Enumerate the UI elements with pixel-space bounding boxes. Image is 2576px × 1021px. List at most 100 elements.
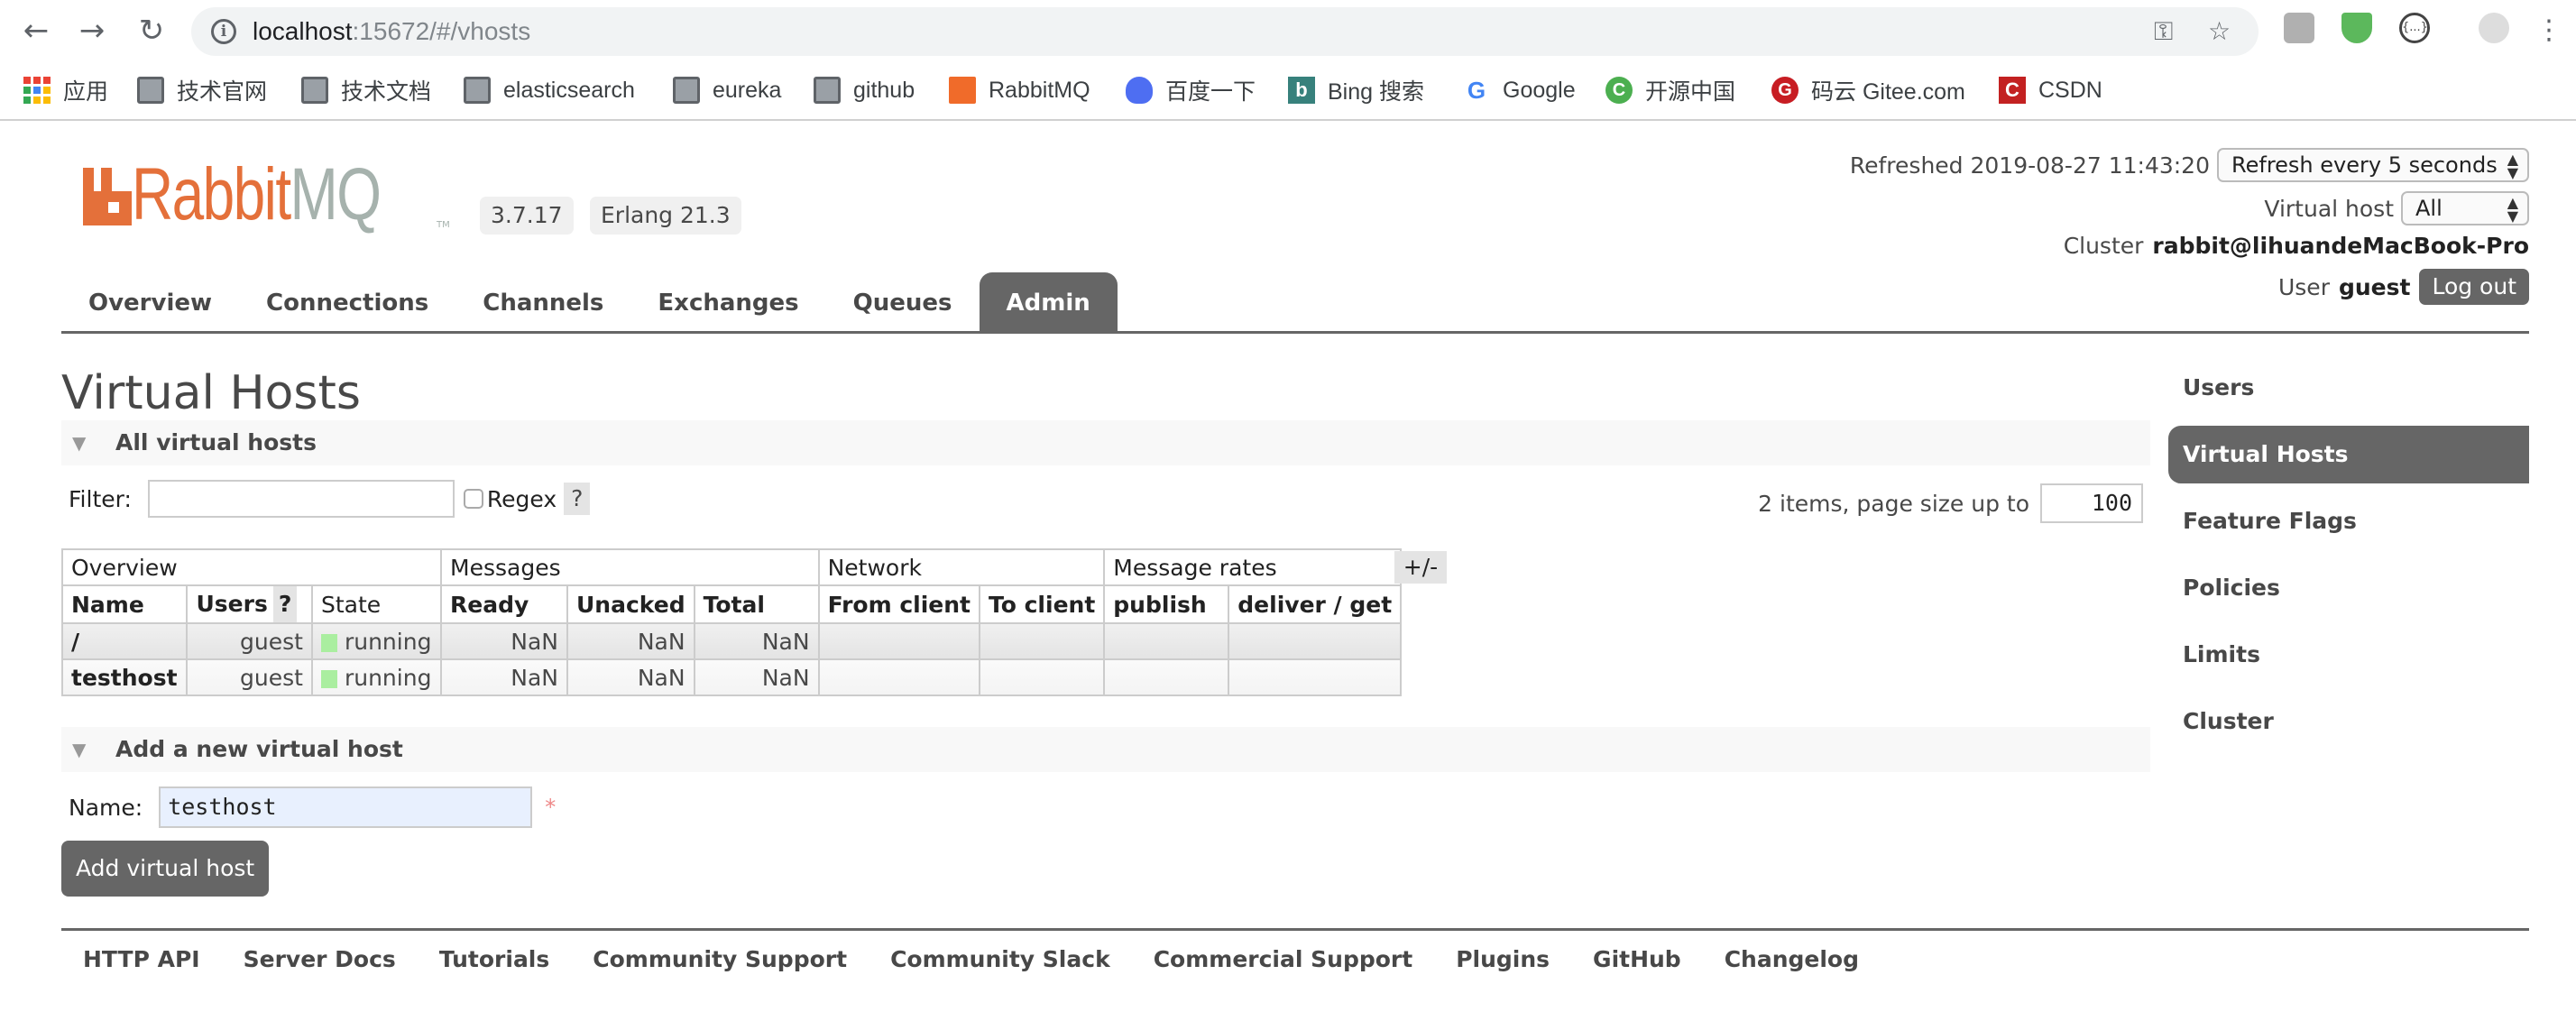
page-title: Virtual Hosts bbox=[61, 366, 361, 420]
tab-channels[interactable]: Channels bbox=[455, 272, 630, 332]
page-size-input[interactable]: 100 bbox=[2040, 483, 2143, 523]
tab-exchanges[interactable]: Exchanges bbox=[630, 272, 825, 332]
bookmark-label: 技术文档 bbox=[341, 79, 432, 105]
tab-connections[interactable]: Connections bbox=[239, 272, 455, 332]
site-info-icon[interactable]: i bbox=[211, 19, 236, 44]
footer-link-plugins[interactable]: Plugins bbox=[1434, 943, 1571, 976]
footer-divider bbox=[61, 928, 2529, 931]
refresh-interval-select[interactable]: Refresh every 5 seconds ▲ ▼ bbox=[2217, 148, 2529, 182]
col-name[interactable]: Name bbox=[60, 584, 189, 624]
refreshed-timestamp: Refreshed 2019-08-27 11:43:20 bbox=[1849, 152, 2210, 179]
all-vhosts-section-toggle[interactable]: ▼ All virtual hosts bbox=[61, 420, 2150, 465]
reload-button[interactable]: ↻ bbox=[133, 13, 170, 49]
tab-admin[interactable]: Admin bbox=[979, 272, 1118, 332]
vhost-name-link[interactable]: testhost bbox=[60, 658, 189, 696]
url-text[interactable]: localhost:15672/#/vhosts bbox=[253, 17, 530, 46]
sidebar-item-limits[interactable]: Limits bbox=[2168, 626, 2529, 684]
footer-link-community-slack[interactable]: Community Slack bbox=[869, 943, 1132, 976]
group-message-rates: Message rates bbox=[1103, 548, 1403, 586]
sidebar-item-cluster[interactable]: Cluster bbox=[2168, 693, 2529, 750]
col-unacked[interactable]: Unacked bbox=[566, 584, 695, 624]
tab-queues[interactable]: Queues bbox=[826, 272, 980, 332]
vhost-label: Virtual host bbox=[2264, 195, 2394, 222]
add-vhost-section-toggle[interactable]: ▼ Add a new virtual host bbox=[61, 727, 2150, 772]
menu-kebab-icon[interactable]: ⋮ bbox=[2531, 13, 2567, 49]
footer-link-community-support[interactable]: Community Support bbox=[571, 943, 869, 976]
bookmark-folder[interactable]: 技术文档 bbox=[301, 74, 431, 106]
table-row[interactable]: / guest running NaN NaN NaN bbox=[60, 622, 1403, 660]
col-to-client[interactable]: To client bbox=[978, 584, 1106, 624]
filter-row: Filter: Regex ? bbox=[69, 480, 591, 518]
bookmark-folder[interactable]: 技术官网 bbox=[137, 74, 267, 106]
bing-icon: b bbox=[1288, 77, 1315, 104]
sidebar-item-policies[interactable]: Policies bbox=[2168, 559, 2529, 617]
logout-button[interactable]: Log out bbox=[2419, 269, 2529, 305]
bookmark-csdn[interactable]: C CSDN bbox=[1999, 74, 2102, 106]
tab-overview[interactable]: Overview bbox=[61, 272, 239, 332]
bookmark-folder[interactable]: elasticsearch bbox=[464, 74, 635, 106]
vhost-name-input[interactable]: testhost bbox=[159, 786, 533, 828]
logo-wordmark: RabbitMQ bbox=[132, 153, 382, 235]
group-messages: Messages bbox=[440, 548, 820, 586]
bookmark-google[interactable]: G Google bbox=[1463, 74, 1576, 106]
extension-shield-icon[interactable] bbox=[2341, 13, 2372, 43]
key-icon[interactable]: ⚿ bbox=[2154, 18, 2173, 45]
forward-button[interactable]: → bbox=[74, 13, 110, 49]
vhost-name-link[interactable]: / bbox=[60, 622, 189, 660]
erlang-version-badge: Erlang 21.3 bbox=[590, 197, 741, 235]
col-deliver-get[interactable]: deliver / get bbox=[1228, 584, 1403, 624]
regex-checkbox[interactable] bbox=[463, 489, 483, 509]
vhost-select[interactable]: All ▲ ▼ bbox=[2401, 191, 2529, 225]
sidebar-item-users[interactable]: Users bbox=[2168, 359, 2529, 417]
vhost-select-value: All bbox=[2415, 196, 2443, 221]
users-help-button[interactable]: ? bbox=[272, 586, 298, 622]
sidebar-item-feature-flags[interactable]: Feature Flags bbox=[2168, 492, 2529, 550]
filter-input[interactable] bbox=[147, 480, 455, 518]
cluster-info: Cluster rabbit@lihuandeMacBook-Pro bbox=[2064, 233, 2529, 259]
bookmark-apps[interactable]: 应用 bbox=[23, 74, 108, 106]
footer-link-tutorials[interactable]: Tutorials bbox=[418, 943, 571, 976]
rabbitmq-logo[interactable]: RabbitMQ bbox=[83, 158, 450, 232]
folder-icon bbox=[673, 77, 700, 104]
logo-trademark: TM bbox=[437, 220, 450, 230]
bookmark-gitee[interactable]: G 码云 Gitee.com bbox=[1771, 74, 1965, 106]
col-total[interactable]: Total bbox=[693, 584, 820, 624]
profile-avatar-icon[interactable] bbox=[2479, 13, 2509, 43]
bookmark-folder[interactable]: eureka bbox=[673, 74, 781, 106]
bookmark-bing[interactable]: b Bing 搜索 bbox=[1288, 74, 1424, 106]
add-virtual-host-button[interactable]: Add virtual host bbox=[61, 841, 270, 897]
apps-grid-icon bbox=[23, 77, 51, 104]
extension-json-icon[interactable]: {...} bbox=[2399, 13, 2430, 43]
star-icon[interactable]: ☆ bbox=[2208, 18, 2231, 45]
col-publish[interactable]: publish bbox=[1103, 584, 1230, 624]
extension-lightning-icon[interactable] bbox=[2284, 13, 2314, 43]
bookmark-rabbitmq[interactable]: RabbitMQ bbox=[949, 74, 1090, 106]
address-bar[interactable]: i localhost:15672/#/vhosts ⚿ ☆ bbox=[191, 7, 2259, 56]
filter-label: Filter: bbox=[69, 485, 132, 512]
oschina-icon: C bbox=[1605, 77, 1633, 104]
bookmark-folder[interactable]: github bbox=[814, 74, 915, 106]
footer-link-http-api[interactable]: HTTP API bbox=[61, 943, 222, 976]
vhost-state: running bbox=[310, 658, 443, 696]
bookmark-label: elasticsearch bbox=[503, 77, 635, 103]
bookmark-baidu[interactable]: 百度一下 bbox=[1126, 74, 1256, 106]
footer-link-github[interactable]: GitHub bbox=[1571, 943, 1703, 976]
vhost-from-client bbox=[817, 622, 981, 660]
footer-link-server-docs[interactable]: Server Docs bbox=[222, 943, 418, 976]
column-toggle-button[interactable]: +/- bbox=[1394, 551, 1447, 584]
select-arrows-icon: ▲ ▼ bbox=[2507, 194, 2518, 225]
user-name: guest bbox=[2338, 273, 2411, 300]
col-ready[interactable]: Ready bbox=[440, 584, 568, 624]
vhost-ready: NaN bbox=[440, 622, 568, 660]
back-button[interactable]: ← bbox=[18, 13, 54, 49]
bookmark-label: 应用 bbox=[63, 79, 109, 105]
footer-link-commercial-support[interactable]: Commercial Support bbox=[1132, 943, 1435, 976]
sidebar-item-virtual-hosts[interactable]: Virtual Hosts bbox=[2168, 426, 2529, 483]
regex-help-button[interactable]: ? bbox=[564, 483, 591, 515]
footer-link-changelog[interactable]: Changelog bbox=[1703, 943, 1881, 976]
col-from-client[interactable]: From client bbox=[817, 584, 981, 624]
regex-label: Regex bbox=[486, 485, 557, 512]
folder-icon bbox=[301, 77, 328, 104]
bookmark-oschina[interactable]: C 开源中国 bbox=[1605, 74, 1735, 106]
table-row[interactable]: testhost guest running NaN NaN NaN bbox=[60, 658, 1403, 696]
